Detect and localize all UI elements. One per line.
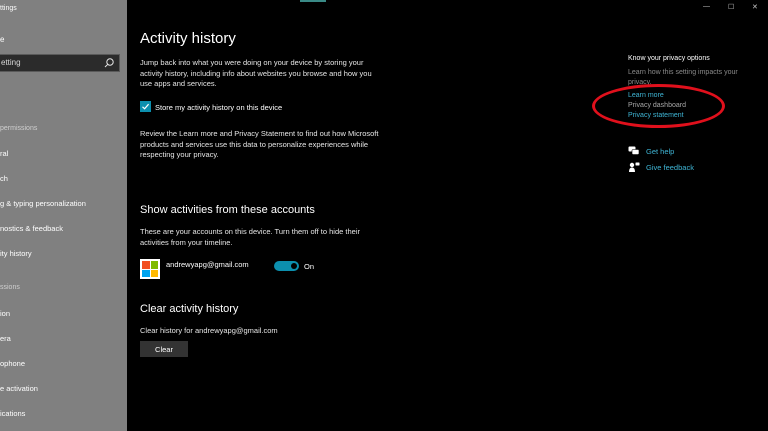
- sidebar-item-microphone[interactable]: ophone: [0, 359, 25, 368]
- review-text: Review the Learn more and Privacy Statem…: [140, 129, 378, 161]
- clear-button[interactable]: Clear: [140, 341, 188, 357]
- minimize-icon[interactable]: —: [703, 3, 710, 10]
- store-history-checkbox[interactable]: [140, 101, 151, 112]
- search-input[interactable]: etting: [0, 54, 120, 72]
- sidebar-item-diagnostics[interactable]: nostics & feedback: [0, 224, 63, 233]
- sidebar-item-location[interactable]: ion: [0, 309, 10, 318]
- accounts-desc-line: activities from your timeline.: [140, 237, 233, 247]
- account-toggle[interactable]: [274, 261, 299, 271]
- microsoft-logo-icon: [140, 259, 160, 279]
- account-email: andrewyapg@gmail.com: [166, 260, 249, 269]
- review-line: respecting your privacy.: [140, 150, 219, 159]
- privacy-options-heading: Know your privacy options: [628, 55, 710, 62]
- sidebar-section-app-permissions: ssions: [0, 284, 20, 291]
- sidebar-section-windows-permissions: permissions: [0, 125, 38, 132]
- sidebar-item-activity-history[interactable]: ity history: [0, 249, 32, 258]
- clear-history-heading: Clear activity history: [140, 303, 239, 315]
- sidebar-item-speech[interactable]: ch: [0, 174, 8, 183]
- review-line: products and services use this data to p…: [140, 139, 369, 149]
- intro-line: Jump back into what you were doing on yo…: [140, 58, 364, 67]
- give-feedback-label: Give feedback: [646, 162, 694, 172]
- sidebar-item-general[interactable]: ral: [0, 149, 8, 158]
- intro-line: use apps and services.: [140, 79, 217, 88]
- sidebar-item-camera[interactable]: era: [0, 334, 11, 343]
- maximize-icon[interactable]: ☐: [728, 3, 734, 11]
- sidebar-item-inking-typing[interactable]: g & typing personalization: [0, 199, 86, 208]
- title-bar-accent: [300, 0, 326, 2]
- window-title: ttings: [0, 5, 17, 12]
- store-history-label: Store my activity history on this device: [155, 103, 283, 112]
- checkmark-icon: [142, 103, 150, 110]
- sidebar-item-notifications[interactable]: ications: [0, 409, 25, 418]
- chat-bubble-icon: [628, 146, 640, 155]
- sidebar-home[interactable]: e: [0, 35, 4, 44]
- sidebar-item-voice-activation[interactable]: e activation: [0, 384, 38, 393]
- close-icon[interactable]: ✕: [752, 3, 758, 11]
- search-input-value: etting: [1, 58, 21, 67]
- review-line: Review the Learn more and Privacy Statem…: [140, 129, 379, 138]
- give-feedback-link[interactable]: Give feedback: [628, 162, 694, 172]
- accounts-description: These are your accounts on this device. …: [140, 227, 360, 248]
- get-help-link[interactable]: Get help: [628, 146, 674, 156]
- clear-history-description: Clear history for andrewyapg@gmail.com: [140, 326, 278, 335]
- red-annotation-ellipse: [592, 84, 725, 128]
- accounts-desc-line: These are your accounts on this device. …: [140, 227, 360, 236]
- intro-line: activity history, including info about w…: [140, 68, 372, 78]
- get-help-label: Get help: [646, 146, 675, 156]
- search-icon[interactable]: [103, 57, 115, 69]
- feedback-person-icon: [629, 162, 640, 172]
- settings-sidebar: ttings e etting permissions ral ch g & t…: [0, 0, 127, 431]
- intro-text: Jump back into what you were doing on yo…: [140, 58, 372, 90]
- toggle-state-label: On: [304, 262, 315, 271]
- accounts-heading: Show activities from these accounts: [140, 204, 315, 216]
- toggle-knob: [291, 263, 297, 269]
- page-title: Activity history: [140, 30, 236, 47]
